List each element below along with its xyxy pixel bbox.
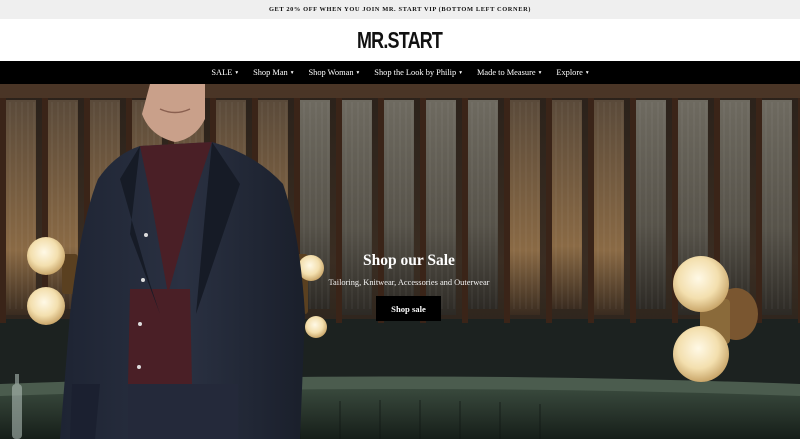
nav-item-label: Shop Man [253,68,288,77]
site-header: MR.START [0,19,800,61]
hero-banner[interactable]: Shop our Sale Tailoring, Knitwear, Acces… [0,84,800,439]
nav-item-made-to-measure[interactable]: Made to Measure ▾ [477,68,541,77]
announcement-text: GET 20% OFF WHEN YOU JOIN MR. START VIP … [268,6,532,13]
chevron-down-icon: ▾ [459,69,462,76]
nav-item-sale[interactable]: SALE ▾ [211,68,238,77]
nav-item-label: Shop the Look by Philip [374,68,457,77]
nav-item-label: Explore [556,68,583,77]
nav-item-label: SALE [211,68,233,77]
shop-sale-button[interactable]: Shop sale [376,296,441,321]
nav-item-label: Shop Woman [308,68,354,77]
hero-text-block: Shop our Sale Tailoring, Knitwear, Acces… [300,252,518,287]
nav-item-explore[interactable]: Explore ▾ [556,68,588,77]
nav-item-shop-man[interactable]: Shop Man ▾ [253,68,293,77]
site-logo[interactable]: MR.START [357,27,443,54]
chevron-down-icon: ▾ [538,69,542,76]
nav-item-shop-the-look[interactable]: Shop the Look by Philip ▾ [374,68,462,77]
hero-subtitle: Tailoring, Knitwear, Accessories and Out… [328,278,490,287]
nav-item-label: Made to Measure [476,68,536,77]
chevron-down-icon: ▾ [235,69,239,76]
announcement-bar: GET 20% OFF WHEN YOU JOIN MR. START VIP … [0,0,800,19]
nav-item-shop-woman[interactable]: Shop Woman ▾ [309,68,360,77]
chevron-down-icon: ▾ [585,69,589,76]
chevron-down-icon: ▾ [290,69,294,76]
chevron-down-icon: ▾ [356,69,360,76]
hero-title: Shop our Sale [363,252,455,269]
main-nav: SALE ▾ Shop Man ▾ Shop Woman ▾ Shop the … [0,61,800,84]
